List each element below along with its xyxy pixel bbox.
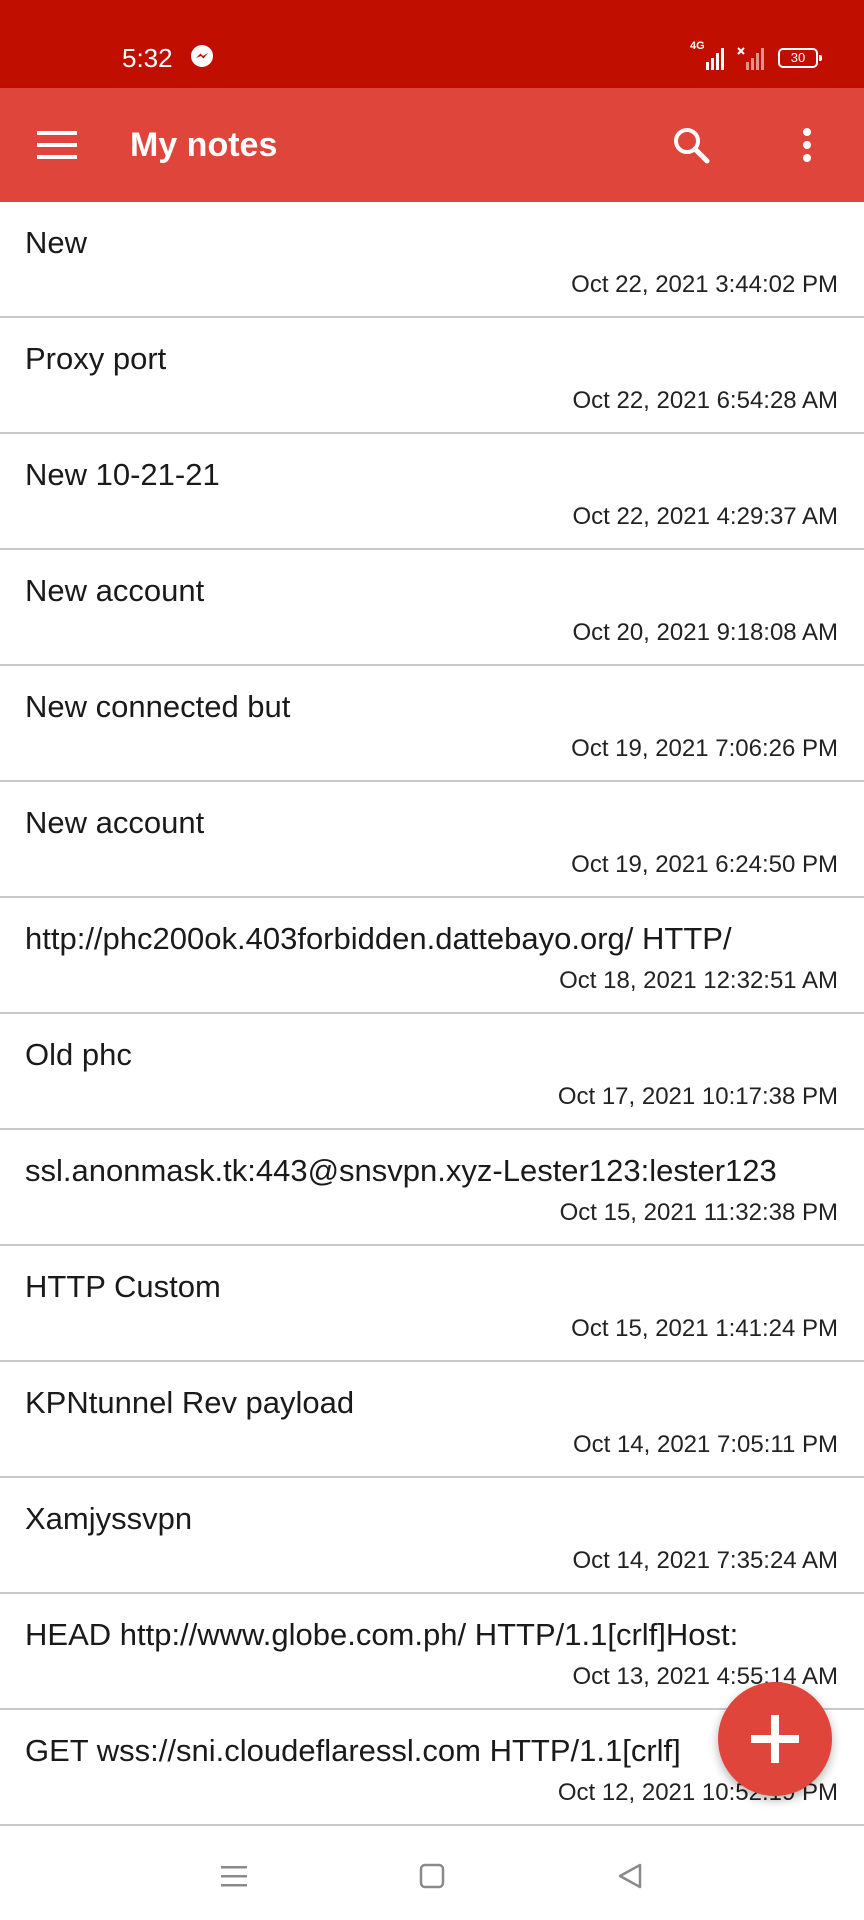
note-item[interactable]: Proxy port Oct 22, 2021 6:54:28 AM: [0, 318, 864, 434]
note-title: http://phc200ok.403forbidden.dattebayo.o…: [25, 921, 732, 956]
note-item[interactable]: Xamjyssvpn Oct 14, 2021 7:35:24 AM: [0, 1478, 864, 1594]
note-date: Oct 17, 2021 10:17:38 PM: [557, 1083, 838, 1110]
search-icon: [674, 128, 710, 164]
home-button[interactable]: [400, 1844, 464, 1908]
battery-level: 30: [790, 50, 806, 65]
back-button[interactable]: [598, 1844, 662, 1908]
status-indicators: 4G 30: [690, 40, 822, 74]
note-title: Xamjyssvpn: [25, 1501, 193, 1536]
note-item[interactable]: New 10-21-21 Oct 22, 2021 4:29:37 AM: [0, 434, 864, 550]
app-bar: My notes: [0, 88, 864, 202]
note-title: New connected but: [25, 689, 291, 724]
note-title: New account: [25, 573, 205, 608]
recents-button[interactable]: [202, 1844, 266, 1908]
note-date: Oct 15, 2021 1:41:24 PM: [571, 1315, 838, 1342]
plus-icon: [751, 1715, 799, 1763]
system-nav-bar: [0, 1826, 864, 1920]
note-date: Oct 22, 2021 4:29:37 AM: [572, 503, 838, 530]
note-date: Oct 19, 2021 7:06:26 PM: [571, 735, 838, 762]
note-item[interactable]: HTTP Custom Oct 15, 2021 1:41:24 PM: [0, 1246, 864, 1362]
status-bar: 5:32 4G 30: [0, 0, 864, 88]
menu-button[interactable]: [22, 110, 92, 180]
more-vert-icon: [803, 128, 811, 162]
notes-list[interactable]: New Oct 22, 2021 3:44:02 PM Proxy port O…: [0, 202, 864, 1826]
note-title: New 10-21-21: [25, 457, 220, 492]
note-title: ssl.anonmask.tk:443@snsvpn.xyz-Lester123…: [25, 1153, 777, 1188]
note-item[interactable]: Old phc Oct 17, 2021 10:17:38 PM: [0, 1014, 864, 1130]
status-time: 5:32: [122, 43, 173, 73]
battery-icon: 30: [778, 48, 822, 68]
back-icon: [618, 1863, 642, 1889]
note-date: Oct 14, 2021 7:35:24 AM: [572, 1547, 838, 1574]
note-item[interactable]: HEAD http://www.globe.com.ph/ HTTP/1.1[c…: [0, 1594, 864, 1710]
network-label: 4G: [690, 40, 705, 52]
note-date: Oct 14, 2021 7:05:11 PM: [572, 1431, 838, 1458]
home-icon: [419, 1863, 445, 1889]
add-note-button[interactable]: [718, 1682, 832, 1796]
note-date: Oct 15, 2021 11:32:38 PM: [559, 1199, 838, 1226]
recents-icon: [221, 1866, 247, 1887]
messenger-icon: [191, 45, 213, 67]
note-item[interactable]: ssl.anonmask.tk:443@snsvpn.xyz-Lester123…: [0, 1130, 864, 1246]
more-options-button[interactable]: [772, 110, 842, 180]
note-item[interactable]: KPNtunnel Rev payload Oct 14, 2021 7:05:…: [0, 1362, 864, 1478]
note-title: Proxy port: [25, 341, 167, 376]
note-title: New: [25, 225, 88, 260]
note-title: HTTP Custom: [25, 1269, 221, 1304]
note-item[interactable]: New Oct 22, 2021 3:44:02 PM: [0, 202, 864, 318]
menu-icon: [37, 131, 77, 159]
note-date: Oct 20, 2021 9:18:08 AM: [572, 619, 838, 646]
signal-4g-icon: 4G: [690, 40, 724, 72]
note-title: HEAD http://www.globe.com.ph/ HTTP/1.1[c…: [25, 1617, 739, 1652]
note-title: New account: [25, 805, 205, 840]
note-item[interactable]: New connected but Oct 19, 2021 7:06:26 P…: [0, 666, 864, 782]
search-button[interactable]: [656, 110, 726, 180]
note-item[interactable]: New account Oct 19, 2021 6:24:50 PM: [0, 782, 864, 898]
note-item[interactable]: New account Oct 20, 2021 9:18:08 AM: [0, 550, 864, 666]
note-date: Oct 22, 2021 6:54:28 AM: [572, 387, 838, 414]
page-title: My notes: [130, 126, 278, 164]
note-date: Oct 18, 2021 12:32:51 AM: [559, 967, 838, 994]
note-date: Oct 22, 2021 3:44:02 PM: [571, 271, 838, 298]
note-date: Oct 19, 2021 6:24:50 PM: [571, 851, 838, 878]
signal-no-service-icon: [737, 47, 764, 70]
note-item[interactable]: http://phc200ok.403forbidden.dattebayo.o…: [0, 898, 864, 1014]
note-title: KPNtunnel Rev payload: [25, 1385, 355, 1420]
note-title: Old phc: [25, 1037, 132, 1072]
